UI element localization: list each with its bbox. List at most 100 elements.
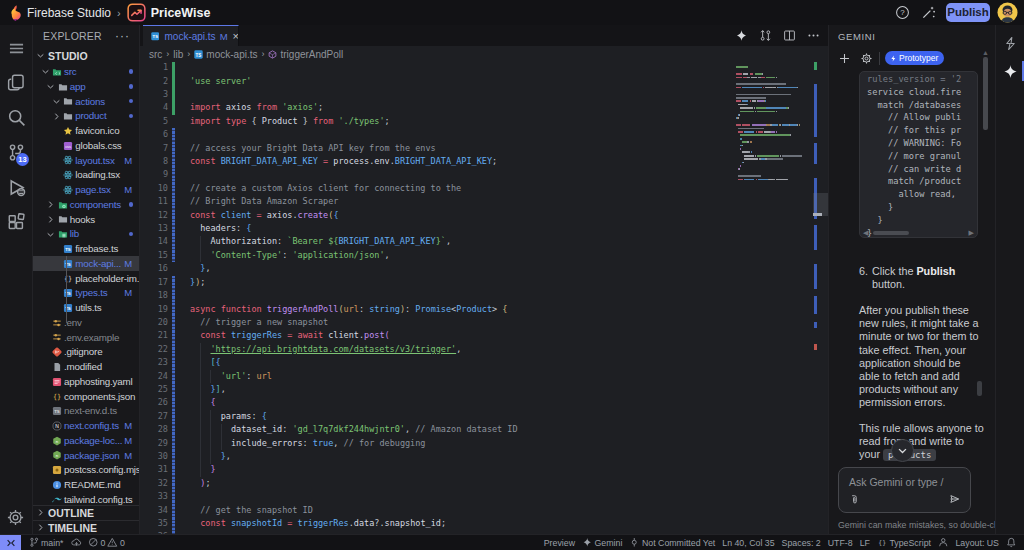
tree-item-mock-api...[interactable]: TSmock-api...M [33,256,139,271]
tree-item-page.tsx[interactable]: page.tsxM [33,182,139,197]
tree-item-lib[interactable]: lib [33,227,139,242]
tree-item-src[interactable]: src [33,64,139,79]
send-icon[interactable] [949,493,961,505]
status-language-mode[interactable]: {}TypeScript [873,537,934,548]
code-line-26: 26 { [140,396,828,409]
tree-item-label: .gitignore [64,346,102,357]
breadcrumb-item[interactable]: src [149,49,162,60]
gemini-star-icon[interactable] [1003,64,1018,79]
tree-item-next.config.ts[interactable]: Nnext.config.tsM [33,418,139,433]
modified-dot [129,232,134,237]
status-feedback[interactable] [934,537,952,548]
rules-code-block[interactable]: rules_version = '2service cloud.fire mat… [859,71,978,238]
tree-item-next-env.d.ts[interactable]: TSnext-env.d.ts [33,404,139,419]
gemini-sparkle-icon[interactable] [735,29,748,42]
section-outline[interactable]: OUTLINE [33,506,139,520]
tree-item-firebase.ts[interactable]: TSfirebase.ts [33,241,139,256]
tree-item-.gitignore[interactable]: .gitignore [33,345,139,360]
status-keyboard-layout[interactable]: Layout: US [952,538,1003,548]
status-encoding[interactable]: UTF-8 [824,538,856,548]
status-gemini-status[interactable]: Gemini [579,537,626,548]
remote-indicator[interactable] [0,535,21,550]
svg-text:TS: TS [66,247,72,252]
extensions-icon[interactable] [6,212,27,233]
tree-item-utils.ts[interactable]: TSutils.ts [33,300,139,315]
tree-item-placeholder-im...[interactable]: {}placeholder-im... [33,271,139,286]
tree-item-actions[interactable]: actions [33,94,139,109]
section-timeline[interactable]: TIMELINE [33,521,139,534]
brand-title[interactable]: Firebase Studio [27,6,111,20]
code-horizontal-scrollbar[interactable]: ◀ ▶ [860,229,977,237]
star-icon [63,126,73,136]
status-eol[interactable]: LF [856,538,873,548]
section-studio[interactable]: STUDIO [33,49,139,63]
publish-button[interactable]: Publish [946,3,990,22]
tree-item-tailwind.config.ts[interactable]: tailwind.config.ts [33,492,139,505]
code-line-4: 4import axios from 'axios'; [140,101,828,114]
tree-item-layout.tsx[interactable]: layout.tsxM [33,153,139,168]
avatar[interactable] [997,2,1018,23]
tree-item-hooks[interactable]: hooks [33,212,139,227]
firebase-logo-icon[interactable] [8,3,22,22]
open-changes-icon[interactable] [759,29,772,42]
minimap[interactable] [736,62,802,185]
code-editor[interactable]: 12'use server'34import axios from 'axios… [140,62,828,534]
help-icon[interactable]: ? [895,5,910,20]
wand-icon[interactable] [921,5,936,20]
attachment-icon[interactable] [848,494,859,505]
split-editor-icon[interactable] [783,29,796,42]
status-problems[interactable]: 00 [85,537,129,548]
tree-item-package.json[interactable]: npackage.jsonM [33,448,139,463]
explorer-icon[interactable] [6,72,27,93]
firebase-studio-window: Firebase Studio › PriceWise ? Publish 13… [0,0,1024,550]
chat-scrollbar[interactable] [983,57,988,130]
more-actions-icon[interactable] [807,29,820,42]
status-publish-changes[interactable] [67,537,85,548]
breadcrumb-item[interactable]: triggerAndPoll [280,49,343,60]
explorer-more-icon[interactable]: ··· [115,29,139,43]
scroll-to-bottom-button[interactable] [891,439,914,462]
new-chat-icon[interactable] [838,52,851,65]
tree-item-loading.tsx[interactable]: loading.tsx [33,168,139,183]
editor-scrollbar-thumb[interactable] [813,193,828,216]
tree-item-types.ts[interactable]: TStypes.tsM [33,286,139,301]
status-notifications[interactable] [1003,537,1021,548]
tree-item-product[interactable]: product [33,109,139,124]
chat-scrollbar-thumb[interactable] [977,381,982,396]
tab-mock-api[interactable]: TS mock-api.ts M × [143,25,239,46]
tree-item-apphosting.yaml[interactable]: apphosting.yaml [33,374,139,389]
settings-icon[interactable] [6,508,27,529]
run-and-debug-icon[interactable] [6,177,27,198]
tree-item-postcss.config.mjs[interactable]: postcss.config.mjs [33,463,139,478]
code-line-16: 16 }, [140,262,828,275]
tree-item-components.json[interactable]: {}components.json [33,389,139,404]
tree-item-.modified[interactable]: .modified [33,359,139,374]
tree-item-label: mock-api... [75,258,121,269]
spark-outline-icon[interactable] [1003,36,1018,51]
status-git-branch[interactable]: main* [25,537,67,548]
search-icon[interactable] [6,107,27,128]
tree-item-.env[interactable]: .env [33,315,139,330]
breadcrumb-item[interactable]: lib [173,49,183,60]
prototyper-badge[interactable]: Prototyper [885,51,944,65]
menu-icon[interactable] [6,38,27,59]
tree-item-globals.css[interactable]: cssglobals.css [33,138,139,153]
tree-item-app[interactable]: app [33,79,139,94]
tree-item-README.md[interactable]: README.md [33,477,139,492]
gear-icon[interactable] [860,52,873,65]
gemini-input[interactable]: Ask Gemini or type / [838,467,971,513]
breadcrumb-item[interactable]: mock-api.ts [206,49,257,60]
status-preview[interactable]: Preview [540,538,578,548]
scroll-up-icon[interactable]: ▲ [982,49,989,56]
tree-item-.env.example[interactable]: .env.example [33,330,139,345]
breadcrumb-separator: › [186,49,191,59]
tree-item-favicon.ico[interactable]: favicon.ico [33,123,139,138]
indent-guide [200,343,201,477]
status-commit-status[interactable]: Not Committed Yet [626,537,719,548]
tab-close-icon[interactable]: × [233,30,239,42]
git-icon [52,347,62,357]
tree-item-components[interactable]: components [33,197,139,212]
tree-item-package-loc...[interactable]: npackage-loc...M [33,433,139,448]
status-cursor-position[interactable]: Ln 40, Col 35 [719,538,778,548]
status-indentation[interactable]: Spaces: 2 [778,538,824,548]
